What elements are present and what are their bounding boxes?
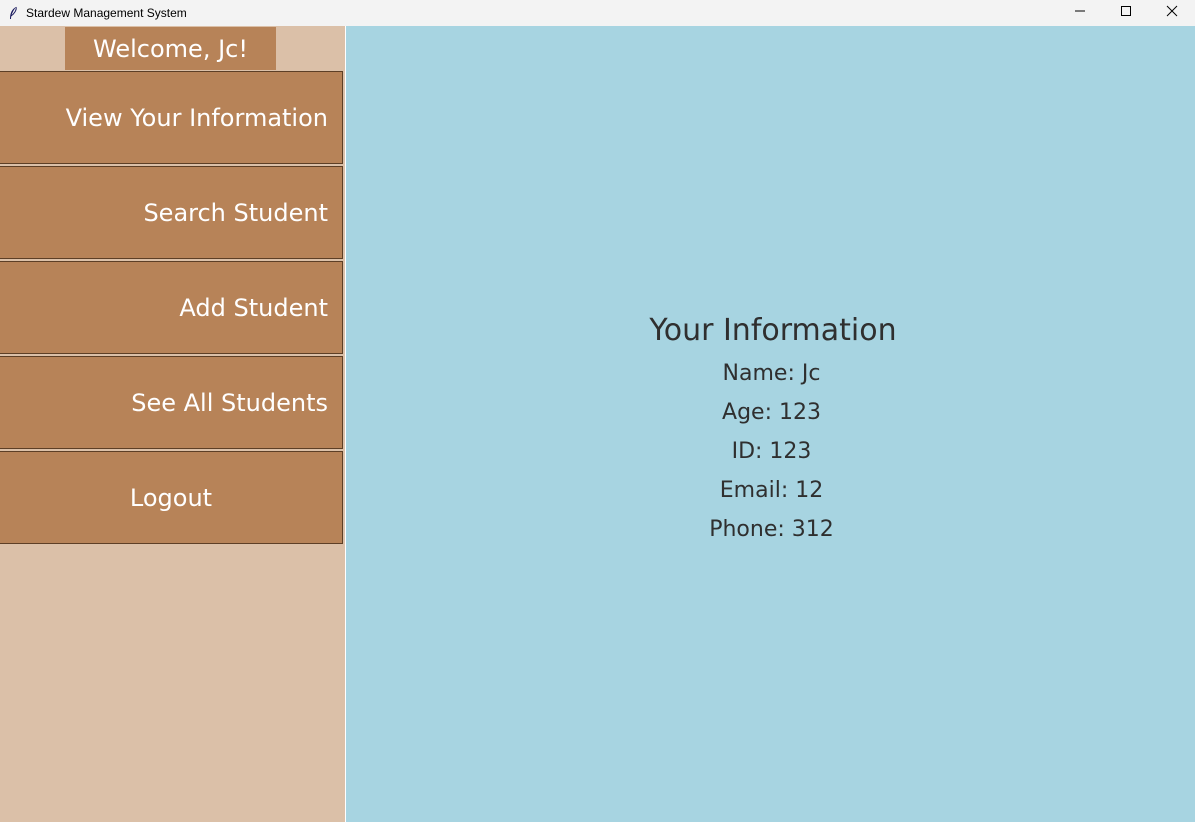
name-field: Name: Jc [722,361,821,386]
welcome-label: Welcome, Jc! [65,27,276,70]
main-panel: Your Information Name: Jc Age: 123 ID: 1… [346,26,1195,822]
search-student-button[interactable]: Search Student [0,166,343,259]
phone-field: Phone: 312 [709,517,834,542]
app-window: Stardew Management System Welcome, Jc! V… [0,0,1195,822]
sidebar: Welcome, Jc! View Your Information Searc… [0,26,345,822]
email-field: Email: 12 [719,478,824,503]
minimize-icon [1075,10,1085,12]
maximize-icon [1121,6,1131,16]
id-field: ID: 123 [731,439,812,464]
window-title: Stardew Management System [26,6,187,20]
close-button[interactable] [1149,0,1195,22]
logout-button[interactable]: Logout [0,451,343,544]
age-field: Age: 123 [722,400,821,425]
add-student-button[interactable]: Add Student [0,261,343,354]
see-all-students-button[interactable]: See All Students [0,356,343,449]
close-icon [1166,5,1178,17]
information-section: Your Information Name: Jc Age: 123 ID: 1… [346,308,1195,549]
minimize-button[interactable] [1057,0,1103,22]
title-bar: Stardew Management System [0,0,1195,26]
information-title: Your Information [649,313,897,348]
maximize-button[interactable] [1103,0,1149,22]
window-controls [1057,0,1195,26]
feather-icon [6,6,20,20]
view-information-button[interactable]: View Your Information [0,71,343,164]
